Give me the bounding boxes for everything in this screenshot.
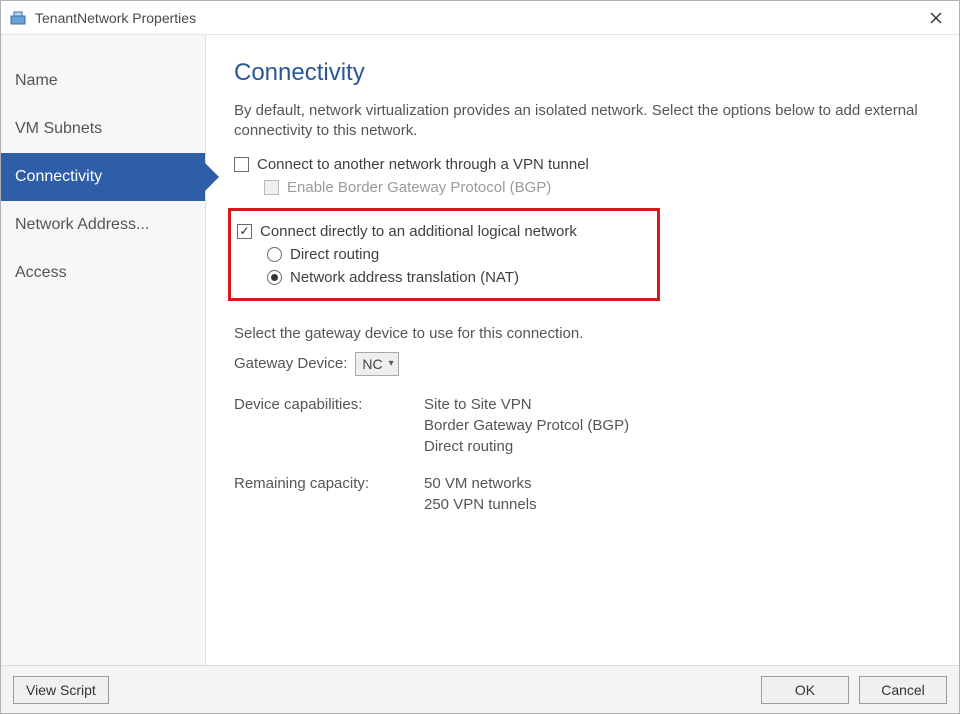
button-label: OK	[795, 682, 815, 698]
sidebar-item-label: VM Subnets	[15, 120, 102, 138]
sidebar-item-vm-subnets[interactable]: VM Subnets	[1, 105, 205, 153]
option-label: Direct routing	[290, 246, 379, 263]
page-title: Connectivity	[234, 59, 931, 87]
main-panel: Connectivity By default, network virtual…	[206, 35, 959, 665]
gateway-intro: Select the gateway device to use for thi…	[234, 325, 931, 342]
gateway-device-row: Gateway Device: NC ▾	[234, 352, 931, 376]
page-description: By default, network virtualization provi…	[234, 101, 931, 142]
view-script-button[interactable]: View Script	[13, 676, 109, 704]
dialog-window: TenantNetwork Properties Name VM Subnets…	[0, 0, 960, 714]
option-direct-routing[interactable]: Direct routing	[267, 246, 577, 263]
remaining-capacity-value-1: 50 VM networks	[424, 475, 931, 492]
device-capabilities-value-2: Border Gateway Protcol (BGP)	[424, 417, 931, 434]
window-title: TenantNetwork Properties	[35, 10, 913, 26]
chevron-down-icon: ▾	[389, 358, 394, 369]
sidebar-item-network-address[interactable]: Network Address...	[1, 201, 205, 249]
checkbox-enable-bgp	[264, 180, 279, 195]
option-connect-direct[interactable]: Connect directly to an additional logica…	[237, 223, 577, 240]
checkbox-connect-direct[interactable]	[237, 224, 252, 239]
sidebar-item-access[interactable]: Access	[1, 249, 205, 297]
device-capabilities-value-3: Direct routing	[424, 438, 931, 455]
option-nat[interactable]: Network address translation (NAT)	[267, 269, 577, 286]
dialog-footer: View Script OK Cancel	[1, 665, 959, 713]
button-label: Cancel	[881, 682, 925, 698]
close-button[interactable]	[913, 1, 959, 35]
gateway-device-label: Gateway Device:	[234, 355, 347, 372]
device-capabilities-value-1: Site to Site VPN	[424, 396, 931, 413]
remaining-capacity-value-2: 250 VPN tunnels	[424, 496, 931, 513]
titlebar: TenantNetwork Properties	[1, 1, 959, 35]
option-enable-bgp: Enable Border Gateway Protocol (BGP)	[264, 179, 931, 196]
option-label: Network address translation (NAT)	[290, 269, 519, 286]
checkbox-vpn-tunnel[interactable]	[234, 157, 249, 172]
device-capabilities-label: Device capabilities:	[234, 396, 414, 413]
option-label: Enable Border Gateway Protocol (BGP)	[287, 179, 551, 196]
select-value: NC	[362, 356, 382, 372]
radio-direct-routing[interactable]	[267, 247, 282, 262]
sidebar-item-label: Connectivity	[15, 168, 102, 186]
dialog-body: Name VM Subnets Connectivity Network Add…	[1, 35, 959, 665]
button-label: View Script	[26, 682, 96, 698]
option-vpn-tunnel[interactable]: Connect to another network through a VPN…	[234, 156, 931, 173]
sidebar-item-label: Name	[15, 72, 58, 90]
radio-nat[interactable]	[267, 270, 282, 285]
close-icon	[930, 12, 942, 24]
sidebar-item-label: Network Address...	[15, 216, 149, 234]
sidebar-item-connectivity[interactable]: Connectivity	[1, 153, 205, 201]
app-icon	[9, 9, 27, 27]
sidebar-item-label: Access	[15, 264, 67, 282]
highlight-direct-connect: Connect directly to an additional logica…	[228, 208, 660, 301]
sidebar-item-name[interactable]: Name	[1, 57, 205, 105]
device-info-grid: Device capabilities: Site to Site VPN Bo…	[234, 396, 931, 513]
remaining-capacity-label: Remaining capacity:	[234, 475, 414, 492]
cancel-button[interactable]: Cancel	[859, 676, 947, 704]
gateway-device-select[interactable]: NC ▾	[355, 352, 398, 376]
option-label: Connect directly to an additional logica…	[260, 223, 577, 240]
ok-button[interactable]: OK	[761, 676, 849, 704]
sidebar: Name VM Subnets Connectivity Network Add…	[1, 35, 206, 665]
option-label: Connect to another network through a VPN…	[257, 156, 589, 173]
